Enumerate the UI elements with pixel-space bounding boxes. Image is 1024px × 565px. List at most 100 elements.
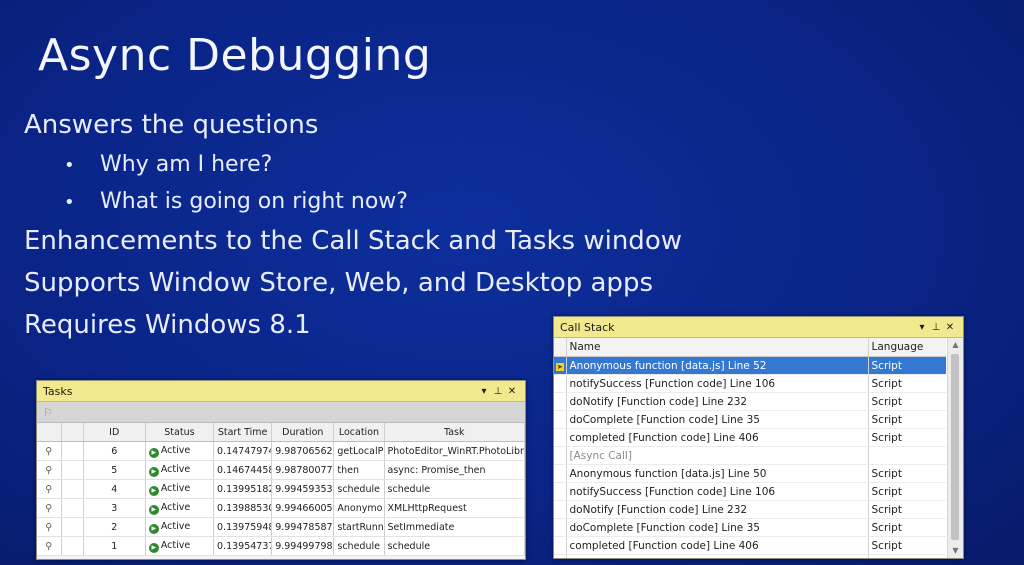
active-status-icon: ▶ (148, 542, 159, 553)
tasks-row[interactable]: ⚲ 3 ▶ Active 0.13988530 9.99466005 Anonymo XMLH… (37, 498, 525, 518)
scroll-down-icon[interactable]: ▼ (948, 544, 963, 558)
call-stack-row[interactable]: notifySuccess [Function code] Line 106 Sc… (554, 482, 946, 501)
tasks-cell-status: ▶ Active (145, 479, 215, 499)
tasks-cell-duration: 9.99499798 (271, 536, 335, 556)
slide-bullets: Answers the questions • Why am I here? • W… (24, 104, 682, 346)
call-stack-gutter (554, 464, 567, 483)
tasks-cell-blank (61, 479, 84, 499)
call-stack-gutter: ➤ (554, 356, 567, 375)
tasks-cell-duration: 9.98780077 (271, 460, 335, 480)
call-stack-gutter (554, 410, 567, 429)
tasks-cell-status: ▶ Active (145, 441, 215, 461)
call-stack-gutter (554, 446, 567, 465)
call-stack-frame-language: Script (868, 392, 946, 411)
call-stack-row[interactable]: doComplete [Function code] Line 35 Script (554, 518, 946, 537)
dropdown-icon[interactable]: ▾ (477, 386, 491, 397)
tasks-cell-location: schedule (333, 536, 385, 556)
tasks-cell-start-time: 0.13975948 (213, 517, 273, 537)
tasks-cell-start-time: 0.14674458 (213, 460, 273, 480)
active-status-icon: ▶ (148, 504, 159, 515)
scroll-up-icon[interactable]: ▲ (948, 338, 963, 352)
sub-bullet-what-text: What is going on right now? (100, 189, 408, 214)
tasks-cell-id: 3 (83, 498, 146, 518)
flag-icon[interactable]: ⚲ (37, 460, 62, 480)
call-stack-col-gutter (554, 338, 567, 357)
tasks-row[interactable]: ⚲ 2 ▶ Active 0.13975948 9.99478587 startRunn Se… (37, 517, 525, 537)
tasks-cell-status-text: Active (160, 444, 191, 456)
tasks-col-task[interactable]: Task (384, 423, 525, 442)
flag-tool-icon[interactable]: ⚐ (43, 406, 53, 419)
tasks-cell-status: ▶ Active (145, 536, 215, 556)
tasks-cell-id: 5 (83, 460, 146, 480)
call-stack-scrollbar[interactable]: ▲ ▼ (947, 338, 963, 558)
tasks-row[interactable]: ⚲ 4 ▶ Active 0.13995182 9.99459353 schedule sch… (37, 479, 525, 499)
tasks-cell-task: SetImmediate (384, 517, 525, 537)
call-stack-col-language[interactable]: Language (868, 338, 946, 357)
close-icon[interactable]: ✕ (505, 386, 519, 397)
call-stack-col-name[interactable]: Name (566, 338, 869, 357)
call-stack-frame-name: completed [Function code] Line 406 (566, 428, 869, 447)
tasks-cell-status: ▶ Active (145, 460, 215, 480)
tasks-cell-status: ▶ Active (145, 517, 215, 537)
flag-icon[interactable]: ⚲ (37, 517, 62, 537)
tasks-col-flag[interactable] (37, 423, 62, 442)
scroll-thumb[interactable] (951, 354, 959, 540)
call-stack-row[interactable]: [Async Call] (554, 554, 946, 558)
call-stack-body: Name Language ➤ Anonymous function [data.… (554, 338, 963, 558)
tasks-cell-status-text: Active (160, 539, 191, 551)
flag-icon[interactable]: ⚲ (37, 479, 62, 499)
call-stack-row[interactable]: ➤ Anonymous function [data.js] Line 52 Scr… (554, 356, 946, 375)
tasks-col-start-time[interactable]: Start Time (213, 423, 273, 442)
tasks-header-row: ID Status Start Time Duration Location T… (37, 423, 525, 442)
active-status-icon: ▶ (148, 523, 159, 534)
tasks-col-location[interactable]: Location (333, 423, 385, 442)
dropdown-icon[interactable]: ▾ (915, 322, 929, 333)
call-stack-frame-name: [Async Call] (566, 554, 869, 558)
tasks-cell-status-text: Active (160, 520, 191, 532)
call-stack-row[interactable]: doNotify [Function code] Line 232 Script (554, 500, 946, 519)
call-stack-row[interactable]: doNotify [Function code] Line 232 Script (554, 392, 946, 411)
tasks-row[interactable]: ⚲ 5 ▶ Active 0.14674458 9.98780077 then async: … (37, 460, 525, 480)
tasks-row[interactable]: ⚲ 6 ▶ Active 0.14747974 9.98706562 getLocalP Ph… (37, 441, 525, 461)
call-stack-row[interactable]: notifySuccess [Function code] Line 106 Sc… (554, 374, 946, 393)
call-stack-row[interactable]: completed [Function code] Line 406 Script (554, 536, 946, 555)
flag-icon[interactable]: ⚲ (37, 441, 62, 461)
tasks-cell-task: XMLHttpRequest (384, 498, 525, 518)
flag-icon[interactable]: ⚲ (37, 498, 62, 518)
tasks-cell-location: startRunn (333, 517, 385, 537)
call-stack-frame-language (868, 554, 946, 558)
call-stack-frame-name: completed [Function code] Line 406 (566, 536, 869, 555)
close-icon[interactable]: ✕ (943, 322, 957, 333)
tasks-cell-blank (61, 536, 84, 556)
tasks-col-duration[interactable]: Duration (271, 423, 335, 442)
tasks-window: Tasks ▾ ⊥ ✕ ⚐ ID Status Start Time Durat… (36, 380, 526, 560)
call-stack-frame-language: Script (868, 410, 946, 429)
pin-icon[interactable]: ⊥ (929, 322, 943, 333)
call-stack-gutter (554, 536, 567, 555)
call-stack-frame-language: Script (868, 536, 946, 555)
active-status-icon: ▶ (148, 466, 159, 477)
call-stack-frame-language: Script (868, 464, 946, 483)
bullet-dot-icon: • (64, 155, 75, 176)
tasks-cell-start-time: 0.13995182 (213, 479, 273, 499)
call-stack-row[interactable]: Anonymous function [data.js] Line 50 Scri… (554, 464, 946, 483)
call-stack-frame-name: doNotify [Function code] Line 232 (566, 500, 869, 519)
call-stack-titlebar[interactable]: Call Stack ▾ ⊥ ✕ (554, 317, 963, 338)
tasks-col-status[interactable]: Status (145, 423, 215, 442)
call-stack-frame-name: doNotify [Function code] Line 232 (566, 392, 869, 411)
tasks-cell-status-text: Active (160, 463, 191, 475)
tasks-row[interactable]: ⚲ 1 ▶ Active 0.13954737 9.99499798 schedule sch… (37, 536, 525, 556)
call-stack-window-title: Call Stack (560, 320, 615, 334)
flag-icon[interactable]: ⚲ (37, 536, 62, 556)
tasks-titlebar[interactable]: Tasks ▾ ⊥ ✕ (37, 381, 525, 402)
tasks-col-blank[interactable] (61, 423, 84, 442)
tasks-cell-blank (61, 460, 84, 480)
tasks-cell-blank (61, 498, 84, 518)
call-stack-row[interactable]: [Async Call] (554, 446, 946, 465)
call-stack-row[interactable]: completed [Function code] Line 406 Script (554, 428, 946, 447)
pin-icon[interactable]: ⊥ (491, 386, 505, 397)
call-stack-window: Call Stack ▾ ⊥ ✕ Name Language ➤ Anonymou… (553, 316, 964, 559)
tasks-col-id[interactable]: ID (83, 423, 146, 442)
tasks-window-title: Tasks (43, 384, 73, 398)
call-stack-row[interactable]: doComplete [Function code] Line 35 Script (554, 410, 946, 429)
